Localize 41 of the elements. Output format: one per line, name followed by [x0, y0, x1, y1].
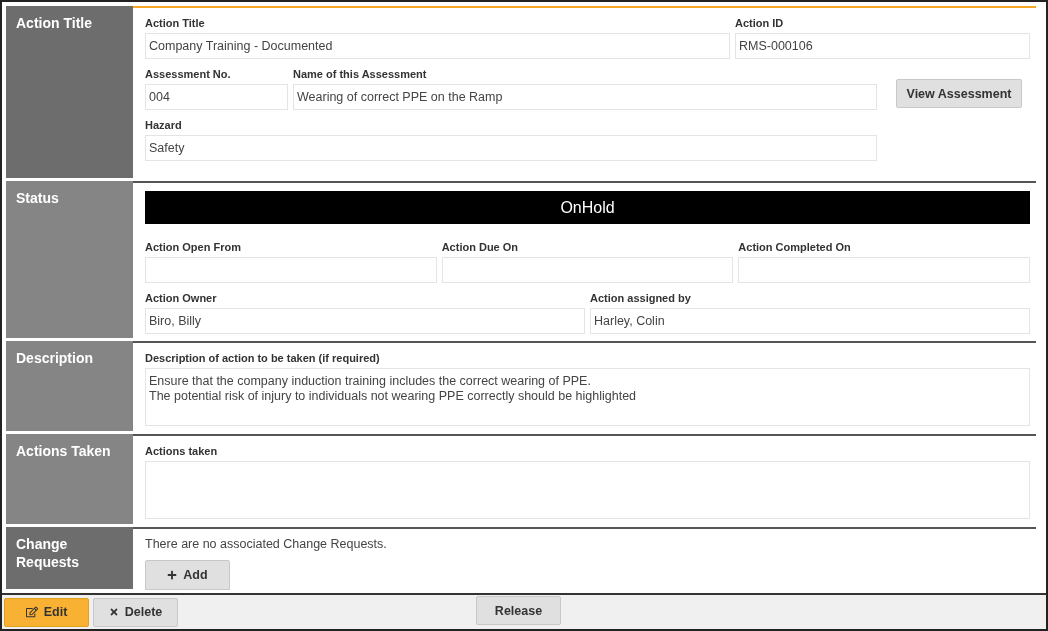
plus-icon [167, 570, 178, 580]
section-label: Description [6, 341, 133, 431]
field-label: Action Title [145, 16, 206, 31]
section-label: Action Title [6, 6, 133, 178]
field-label: Description of action to be taken (if required) [145, 351, 381, 366]
field-label: Actions taken [145, 444, 219, 459]
input-field[interactable] [738, 257, 1030, 283]
field-label: Action assigned by [590, 291, 692, 306]
empty-message: There are no associated Change Requests. [145, 537, 388, 551]
delete-button[interactable]: Delete [93, 597, 178, 627]
input-field[interactable]: Safety [145, 135, 877, 161]
input-field[interactable] [441, 257, 734, 283]
field-label: Assessment No. [145, 67, 232, 82]
input-field[interactable]: Company Training - Documented [145, 33, 730, 59]
close-icon [108, 607, 119, 617]
input-field[interactable]: Wearing of correct PPE on the Ramp [293, 84, 877, 110]
input-field[interactable] [145, 461, 1030, 519]
input-field[interactable]: RMS-000106 [735, 33, 1030, 59]
edit-icon [25, 606, 38, 618]
field-label: Action Completed On [738, 240, 852, 255]
input-field[interactable]: Ensure that the company induction training includes the correct wearing of PPE. The potential risk of injury to individuals not wearing PPE correctly should be highlighted [145, 368, 1030, 426]
input-field[interactable]: Biro, Billy [145, 308, 585, 334]
section-label: Status [6, 181, 133, 338]
release-button[interactable]: Release [476, 596, 561, 626]
text-line: Ensure that the company induction training includes the correct wearing of PPE. [149, 374, 592, 389]
section-label: Actions Taken [6, 434, 133, 524]
field-label: Action ID [735, 16, 785, 31]
input-field[interactable]: 004 [145, 84, 288, 110]
view-assessment-button[interactable]: View Assessment [896, 79, 1022, 108]
section-label: Change Requests [6, 527, 133, 589]
add-button[interactable]: Add [145, 560, 230, 590]
field-label: Action Due On [441, 240, 520, 255]
field-label: Hazard [145, 118, 183, 133]
input-field[interactable]: Harley, Colin [590, 308, 1030, 334]
text-line: The potential risk of injury to individuals not wearing PPE correctly should be highlighted [149, 389, 638, 404]
field-label: Action Owner [145, 291, 218, 306]
input-field[interactable] [145, 257, 437, 283]
field-label: Action Open From [145, 240, 242, 255]
status-banner: OnHold [145, 191, 1030, 224]
field-label: Name of this Assessment [293, 67, 428, 82]
edit-button[interactable]: Edit [4, 597, 89, 627]
